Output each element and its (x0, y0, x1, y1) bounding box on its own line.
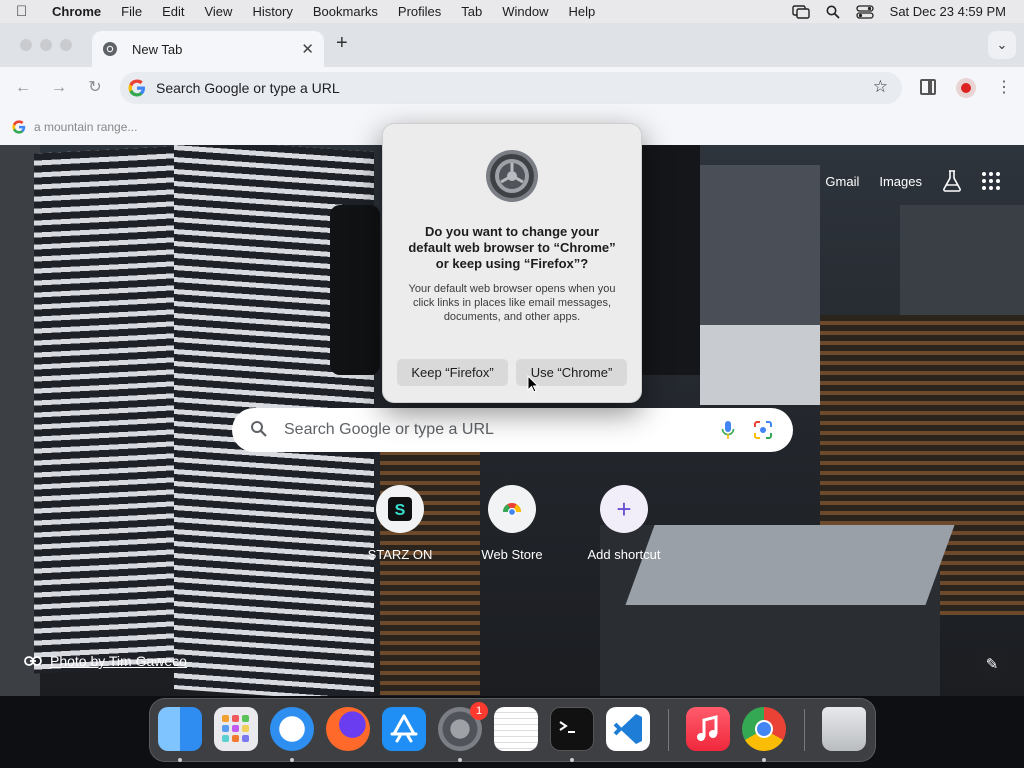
side-panel-icon[interactable] (920, 79, 936, 95)
tab-title: New Tab (132, 41, 183, 57)
google-g-icon (12, 120, 26, 134)
default-browser-dialog: Do you want to change your default web b… (382, 123, 642, 403)
dock-running-indicator (290, 758, 294, 762)
window-controls (20, 39, 72, 51)
shortcut-label: Add shortcut (587, 547, 661, 562)
dock (149, 698, 876, 762)
link-icon (24, 656, 42, 666)
new-tab-button[interactable]: + (336, 32, 354, 56)
terminal-icon[interactable] (550, 707, 594, 751)
profile-avatar[interactable] (956, 78, 976, 98)
browser-toolbar: ← → ↻ Search Google or type a URL ☆ ⋮ (0, 67, 1024, 109)
tab-strip: New Tab ✕ + ⌄ (0, 23, 1024, 67)
photo-credit-link[interactable]: Photo by Tim Gaweco (24, 653, 187, 669)
menu-bar-clock[interactable]: Sat Dec 23 4:59 PM (890, 4, 1006, 19)
menu-tab[interactable]: Tab (451, 4, 492, 19)
menu-bar-status: Sat Dec 23 4:59 PM (791, 0, 1006, 23)
app-store-icon[interactable] (382, 707, 426, 751)
dialog-message: Your default web browser opens when you … (408, 283, 616, 323)
search-icon (251, 421, 267, 437)
close-tab-icon[interactable]: ✕ (301, 40, 314, 58)
ntp-search-box[interactable]: Search Google or type a URL (232, 408, 793, 452)
address-bar[interactable]: Search Google or type a URL ☆ (120, 72, 902, 104)
shortcut-starz-on[interactable]: S STARZ ON (345, 485, 455, 562)
shortcut-label: Web Store (481, 547, 543, 562)
safari-icon[interactable] (270, 707, 314, 751)
starz-icon: S (376, 485, 424, 533)
tab-new-tab[interactable]: New Tab ✕ (92, 31, 324, 67)
menu-help[interactable]: Help (559, 4, 606, 19)
plus-icon: + (600, 485, 648, 533)
menu-app-name[interactable]: Chrome (38, 4, 111, 19)
pencil-icon: ✎ (985, 656, 999, 673)
gmail-link[interactable]: Gmail (825, 174, 859, 189)
more-menu-icon[interactable]: ⋮ (996, 77, 1012, 99)
images-link[interactable]: Images (879, 174, 922, 189)
menu-view[interactable]: View (194, 4, 242, 19)
menu-bookmarks[interactable]: Bookmarks (303, 4, 388, 19)
shortcut-add[interactable]: + Add shortcut (569, 485, 679, 562)
google-apps-icon[interactable] (982, 172, 1000, 190)
shortcut-web-store[interactable]: Web Store (457, 485, 567, 562)
chevron-down-icon: ⌄ (996, 37, 1008, 52)
photo-credit-text: Photo by Tim Gaweco (50, 653, 187, 669)
dock-running-indicator (762, 758, 766, 762)
menu-window[interactable]: Window (492, 4, 558, 19)
menu-bar:  Chrome File Edit View History Bookmark… (0, 0, 1024, 23)
music-icon[interactable] (686, 707, 730, 751)
forward-button[interactable]: → (48, 77, 70, 99)
reload-button[interactable]: ↻ (84, 77, 106, 99)
textedit-icon[interactable] (494, 707, 538, 751)
dock-running-indicator (178, 758, 182, 762)
spotlight-search-icon[interactable] (826, 5, 840, 19)
chrome-icon (103, 42, 117, 56)
dock-separator (804, 709, 805, 751)
trash-icon[interactable] (822, 707, 866, 751)
address-bar-placeholder: Search Google or type a URL (156, 80, 340, 96)
ntp-header-links: Gmail Images (825, 170, 1000, 192)
dialog-buttons: Keep “Firefox” Use “Chrome” (397, 359, 627, 386)
tab-search-button[interactable]: ⌄ (988, 31, 1016, 59)
google-g-icon (128, 79, 145, 97)
bookmark-item[interactable]: a mountain range... (34, 120, 137, 134)
bookmark-star-icon[interactable]: ☆ (873, 77, 888, 97)
svg-text:S: S (395, 502, 406, 519)
google-lens-icon[interactable] (753, 420, 773, 440)
control-center-icon[interactable] (856, 4, 874, 19)
menu-edit[interactable]: Edit (152, 4, 194, 19)
menu-file[interactable]: File (111, 4, 152, 19)
dock-running-indicator (570, 758, 574, 762)
apple-menu-icon[interactable]:  (16, 3, 38, 20)
menu-history[interactable]: History (242, 4, 302, 19)
launchpad-icon[interactable] (214, 707, 258, 751)
vscode-icon[interactable] (606, 707, 650, 751)
back-button[interactable]: ← (12, 77, 34, 99)
notification-badge: 1 (470, 702, 488, 720)
labs-flask-icon[interactable] (942, 170, 962, 192)
chrome-web-store-icon (488, 485, 536, 533)
system-settings-gear-icon (486, 150, 538, 202)
customize-chrome-button[interactable]: ✎ (976, 648, 1008, 680)
dialog-title: Do you want to change your default web b… (408, 224, 616, 271)
firefox-icon[interactable] (326, 707, 370, 751)
keep-firefox-button[interactable]: Keep “Firefox” (397, 359, 508, 386)
ntp-search-placeholder: Search Google or type a URL (284, 421, 494, 438)
finder-icon[interactable] (158, 707, 202, 751)
mouse-cursor-icon (527, 375, 539, 393)
dock-separator (668, 709, 669, 751)
zoom-window-button[interactable] (60, 39, 72, 51)
minimize-window-button[interactable] (40, 39, 52, 51)
close-window-button[interactable] (20, 39, 32, 51)
shortcut-label: STARZ ON (367, 547, 433, 562)
dock-running-indicator (458, 758, 462, 762)
screen-mirroring-icon[interactable] (791, 4, 810, 19)
menu-profiles[interactable]: Profiles (388, 4, 451, 19)
google-chrome-icon[interactable] (742, 707, 786, 751)
microphone-icon[interactable] (721, 420, 735, 440)
